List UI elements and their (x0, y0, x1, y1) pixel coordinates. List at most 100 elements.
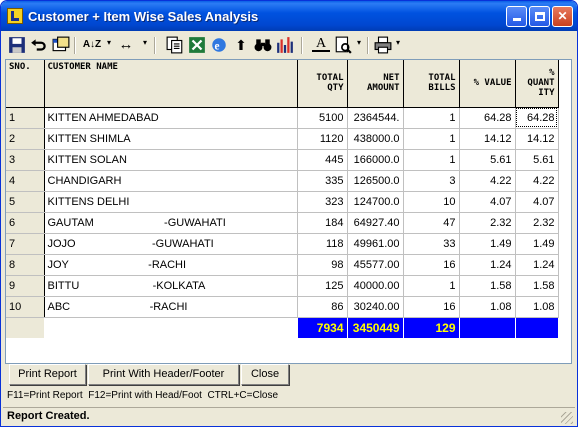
window-title: Customer + Item Wise Sales Analysis (28, 9, 259, 24)
sort-az-icon[interactable]: A↓Z (81, 36, 103, 54)
total-qty: 1120 (297, 128, 348, 150)
font-icon[interactable]: A (312, 36, 330, 52)
copy-window-icon[interactable] (52, 36, 70, 54)
percent-value: 1.24 (459, 254, 516, 276)
printer-icon[interactable] (374, 36, 392, 54)
chevron-down-icon[interactable]: ▾ (357, 38, 361, 47)
print-header-footer-button[interactable]: Print With Header/Footer (88, 364, 239, 385)
percent-quantity: 1.24 (515, 254, 559, 276)
toolbar: A↓Z ▾ ↔ ▾ e ⬆ A ▾ ▾ (4, 34, 574, 58)
table-row[interactable]: 5 KITTENS DELHI 323 124700.0 10 4.07 4.07 (6, 191, 559, 213)
customer-name: KITTEN AHMEDABAD (44, 107, 298, 129)
total-qty-sum: 7934 (297, 317, 348, 339)
col-header-sno[interactable]: SNO. (6, 60, 45, 108)
excel-icon[interactable] (188, 36, 206, 54)
table-row[interactable]: 7 JOJO -GUWAHATI 118 49961.00 33 1.49 1.49 (6, 233, 559, 255)
maximize-button[interactable] (529, 6, 550, 27)
total-bills: 1 (403, 107, 460, 129)
totals-sno-cell (6, 317, 45, 339)
customer-name: BITTU -KOLKATA (44, 275, 298, 297)
totals-row: 7934 3450449 129 (6, 317, 559, 339)
resize-grip-icon[interactable] (561, 412, 573, 424)
table-row[interactable]: 3 KITTEN SOLAN 445 166000.0 1 5.61 5.61 (6, 149, 559, 171)
totals-name-cell (44, 317, 298, 339)
total-qty: 445 (297, 149, 348, 171)
total-qty: 118 (297, 233, 348, 255)
internet-explorer-icon[interactable]: e (210, 36, 228, 54)
col-header-percent-quantity[interactable]: % QUANT ITY (515, 60, 559, 108)
col-header-net-amount[interactable]: NET AMOUNT (347, 60, 404, 108)
net-amount: 438000.0 (347, 128, 404, 150)
percent-value: 64.28 (459, 107, 516, 129)
report-grid[interactable]: SNO. CUSTOMER NAME TOTAL QTY NET AMOUNT … (5, 59, 572, 364)
total-qty: 184 (297, 212, 348, 234)
customer-name: ABC -RACHI (44, 296, 298, 318)
totals-value-cell (459, 317, 516, 339)
print-report-button[interactable]: Print Report (9, 364, 86, 385)
minimize-button[interactable] (506, 6, 527, 27)
percent-value: 14.12 (459, 128, 516, 150)
percent-quantity: 5.61 (515, 149, 559, 171)
toolbar-separator (74, 37, 76, 54)
total-bills: 3 (403, 170, 460, 192)
chevron-down-icon[interactable]: ▾ (107, 38, 111, 47)
find-icon[interactable] (254, 36, 272, 54)
net-amount: 166000.0 (347, 149, 404, 171)
total-bills: 10 (403, 191, 460, 213)
col-header-total-bills[interactable]: TOTAL BILLS (403, 60, 460, 108)
net-amount: 126500.0 (347, 170, 404, 192)
table-row[interactable]: 2 KITTEN SHIMLA 1120 438000.0 1 14.12 14.12 (6, 128, 559, 150)
title-bar[interactable]: Customer + Item Wise Sales Analysis ✕ (1, 1, 577, 31)
percent-quantity[interactable]: 64.28 (515, 107, 559, 129)
bar-chart-icon[interactable] (276, 36, 294, 54)
report-table: SNO. CUSTOMER NAME TOTAL QTY NET AMOUNT … (6, 60, 559, 339)
percent-quantity: 1.58 (515, 275, 559, 297)
row-sno: 1 (6, 107, 45, 129)
net-amount: 30240.00 (347, 296, 404, 318)
chevron-down-icon[interactable]: ▾ (143, 38, 147, 47)
percent-value: 1.49 (459, 233, 516, 255)
print-preview-icon[interactable] (334, 36, 352, 54)
percent-quantity: 1.49 (515, 233, 559, 255)
table-row[interactable]: 8 JOY -RACHI 98 45577.00 16 1.24 1.24 (6, 254, 559, 276)
copy-icon[interactable] (166, 36, 184, 54)
col-header-total-qty[interactable]: TOTAL QTY (297, 60, 348, 108)
total-bills: 33 (403, 233, 460, 255)
percent-value: 4.22 (459, 170, 516, 192)
table-row[interactable]: 6 GAUTAM -GUWAHATI 184 64927.40 47 2.32 2.32 (6, 212, 559, 234)
total-qty: 5100 (297, 107, 348, 129)
chevron-down-icon[interactable]: ▾ (396, 38, 400, 47)
undo-icon[interactable] (30, 36, 48, 54)
close-button[interactable]: Close (241, 364, 289, 385)
up-arrow-icon[interactable]: ⬆ (232, 36, 250, 54)
table-row[interactable]: 9 BITTU -KOLKATA 125 40000.00 1 1.58 1.58 (6, 275, 559, 297)
row-sno: 4 (6, 170, 45, 192)
row-sno: 8 (6, 254, 45, 276)
minimize-icon (512, 18, 521, 21)
customer-name: GAUTAM -GUWAHATI (44, 212, 298, 234)
total-bills: 16 (403, 296, 460, 318)
percent-value: 5.61 (459, 149, 516, 171)
header-row: SNO. CUSTOMER NAME TOTAL QTY NET AMOUNT … (6, 60, 559, 108)
total-qty: 323 (297, 191, 348, 213)
table-row[interactable]: 1 KITTEN AHMEDABAD 5100 2364544. 1 64.28 64.28 (6, 107, 559, 129)
col-header-percent-value[interactable]: % VALUE (459, 60, 516, 108)
customer-name: KITTENS DELHI (44, 191, 298, 213)
app-icon (7, 8, 23, 24)
column-width-icon[interactable]: ↔ (117, 36, 135, 54)
total-bills: 1 (403, 128, 460, 150)
svg-text:e: e (215, 41, 220, 53)
customer-name: JOJO -GUWAHATI (44, 233, 298, 255)
percent-quantity: 4.07 (515, 191, 559, 213)
save-icon[interactable] (8, 36, 26, 54)
total-qty: 335 (297, 170, 348, 192)
percent-quantity: 4.22 (515, 170, 559, 192)
total-bills: 1 (403, 275, 460, 297)
table-row[interactable]: 4 CHANDIGARH 335 126500.0 3 4.22 4.22 (6, 170, 559, 192)
shortcut-hint: F11=Print Report F12=Print with Head/Foo… (7, 390, 279, 401)
table-row[interactable]: 10 ABC -RACHI 86 30240.00 16 1.08 1.08 (6, 296, 559, 318)
col-header-customer[interactable]: CUSTOMER NAME (44, 60, 298, 108)
close-window-button[interactable]: ✕ (552, 6, 573, 27)
total-bills: 47 (403, 212, 460, 234)
net-amount: 45577.00 (347, 254, 404, 276)
